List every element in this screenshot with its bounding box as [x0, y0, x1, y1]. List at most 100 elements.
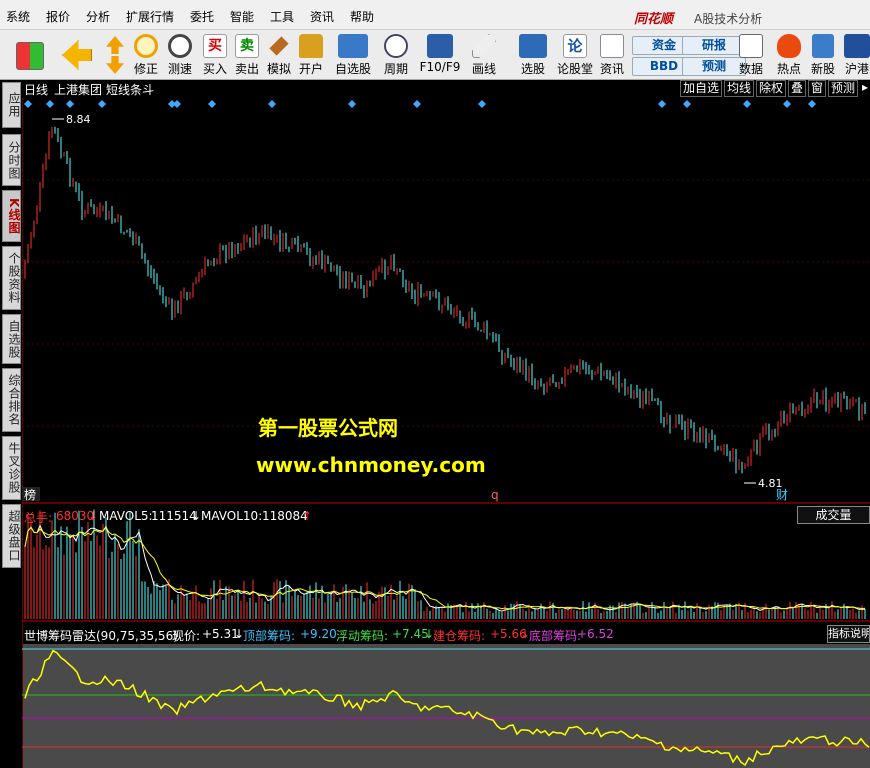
signal-markers — [24, 100, 816, 108]
correct-button[interactable]: 修正 — [130, 32, 162, 78]
build-chip-label: 建仓筹码: — [433, 629, 486, 643]
mavol10-label: MAVOL10: — [201, 509, 263, 523]
ipo-button[interactable]: 新股 — [808, 32, 838, 78]
expand-arrow-icon[interactable]: ▸ — [860, 80, 870, 97]
signal-diamond — [268, 100, 276, 108]
watermark-url: www.chnmoney.com — [256, 453, 486, 477]
hotspot-button[interactable]: 热点 — [774, 32, 804, 78]
flame-icon — [777, 34, 801, 58]
bottom-chip-label: 底部筹码: — [529, 629, 582, 643]
tab-intraday[interactable]: 分时图 — [2, 134, 21, 186]
period-clock-icon — [384, 34, 408, 58]
down-arrow-icon — [106, 56, 124, 74]
f10-button[interactable]: F10/F9 — [418, 32, 462, 78]
signal-diamond — [658, 100, 666, 108]
pencil-icon — [472, 34, 496, 58]
side-tab-bar: 应用 分时图 K线图 个股资料 自选股 综合排名 牛叉诊股 超级盘口 — [0, 80, 22, 768]
window-button[interactable]: 窗 — [808, 80, 826, 97]
open-account-button[interactable]: 开户 — [296, 32, 326, 78]
news-button[interactable]: 资讯 — [598, 32, 626, 78]
mavol5-arrow: ↓ — [191, 509, 202, 523]
stock-name: 上港集团 — [54, 83, 103, 97]
tab-super-panel[interactable]: 超级盘口 — [2, 504, 21, 568]
lock-icon — [299, 34, 323, 58]
signal-diamond — [478, 100, 486, 108]
indicator-help-button[interactable]: 指标说明 — [827, 625, 870, 643]
tab-diagnosis[interactable]: 牛叉诊股 — [2, 436, 21, 500]
signal-diamond — [683, 100, 691, 108]
menu-tools[interactable]: 工具 — [270, 8, 294, 25]
finance-marker[interactable]: 财 — [776, 488, 788, 502]
tab-kline[interactable]: K线图 — [2, 190, 21, 242]
stock-picker-button[interactable]: 选股 — [512, 32, 554, 78]
refresh-icon — [134, 34, 158, 58]
toolbar: 修正 测速 买买入 卖卖出 模拟 开户 自选股 周期 F10/F9 画线 选股 … — [0, 30, 870, 80]
signal-diamond — [413, 100, 421, 108]
app-logo: 同花顺 — [634, 12, 674, 27]
signal-diamond — [783, 100, 791, 108]
menu-smart[interactable]: 智能 — [230, 8, 254, 25]
price-gridlines — [22, 179, 870, 427]
signal-diamond — [66, 100, 74, 108]
q-marker[interactable]: q — [491, 488, 499, 502]
sell-button[interactable]: 卖卖出 — [232, 32, 262, 78]
up-arrow-icon — [106, 36, 124, 54]
tab-stock-profile[interactable]: 个股资料 — [2, 246, 21, 310]
news-icon — [600, 34, 624, 58]
buy-button[interactable]: 买买入 — [200, 32, 230, 78]
period-button[interactable]: 周期 — [378, 32, 414, 78]
data-button[interactable]: 数据 — [736, 32, 766, 78]
float-chip-label: 浮动筹码: — [336, 629, 389, 643]
menu-entrust[interactable]: 委托 — [190, 8, 214, 25]
volume-button[interactable]: 成交量 — [797, 506, 870, 524]
period-label[interactable]: 日线 — [24, 81, 48, 98]
menu-quote[interactable]: 报价 — [46, 8, 70, 25]
current-price-label: 现价: — [172, 629, 201, 643]
simulate-button[interactable]: 模拟 — [264, 32, 294, 78]
tab-ranking[interactable]: 综合排名 — [2, 368, 21, 432]
bottom-chip-value: +6.52 — [577, 627, 614, 641]
hk-connect-icon — [844, 34, 870, 58]
multi-window-button[interactable] — [12, 32, 48, 78]
rank-marker[interactable]: 榜 — [24, 487, 36, 502]
high-price-label: 8.84 — [66, 113, 91, 126]
forum-button[interactable]: 论论股堂 — [556, 32, 594, 78]
picker-screen-icon — [519, 34, 547, 58]
pe-icon — [739, 34, 763, 58]
add-watchlist-button[interactable]: 加自选 — [680, 80, 722, 97]
tab-watchlist[interactable]: 自选股 — [2, 314, 21, 364]
volume-bars — [24, 509, 866, 619]
menu-info[interactable]: 资讯 — [310, 8, 334, 25]
volume-total-label: 总手: — [24, 511, 53, 525]
indicator-name: 世博筹码雷达(90,75,35,56) — [24, 629, 178, 643]
menu-analysis[interactable]: 分析 — [86, 8, 110, 25]
predict-button[interactable]: 预测 — [828, 80, 858, 97]
top-chip-value: +9.20 — [300, 627, 337, 641]
forum-icon: 论 — [563, 34, 587, 58]
back-button[interactable] — [58, 32, 96, 78]
gavel-icon — [269, 36, 289, 56]
mavol10-arrow: ↑ — [302, 509, 313, 523]
ma-button[interactable]: 均线 — [724, 80, 754, 97]
app-title: A股技术分析 — [694, 12, 763, 26]
menu-bar: 系统 报价 分析 扩展行情 委托 智能 工具 资讯 帮助 同花顺 A股技术分析 — [0, 0, 870, 30]
ex-rights-button[interactable]: 除权 — [756, 80, 786, 97]
menu-help[interactable]: 帮助 — [350, 8, 374, 25]
mavol5-label: MAVOL5: — [99, 509, 153, 523]
hk-connect-button[interactable]: 沪港 — [842, 32, 870, 78]
chart-canvas[interactable]: 8.84 4.81 榜 q 财 — [22, 98, 870, 768]
menu-ext-market[interactable]: 扩展行情 — [126, 8, 174, 25]
mavol5-value: 111514 — [151, 509, 197, 523]
signal-diamond — [24, 100, 32, 108]
draw-line-button[interactable]: 画线 — [466, 32, 502, 78]
tab-apps[interactable]: 应用 — [2, 82, 21, 128]
up-down-button[interactable] — [102, 32, 128, 78]
overlay-button[interactable]: 叠 — [788, 80, 806, 97]
signal-diamond — [808, 100, 816, 108]
clock-icon — [168, 34, 192, 58]
menu-system[interactable]: 系统 — [6, 8, 30, 25]
signal-diamond — [173, 100, 181, 108]
watchlist-button[interactable]: 自选股 — [332, 32, 374, 78]
grid-icon — [16, 42, 44, 70]
speed-test-button[interactable]: 测速 — [164, 32, 196, 78]
